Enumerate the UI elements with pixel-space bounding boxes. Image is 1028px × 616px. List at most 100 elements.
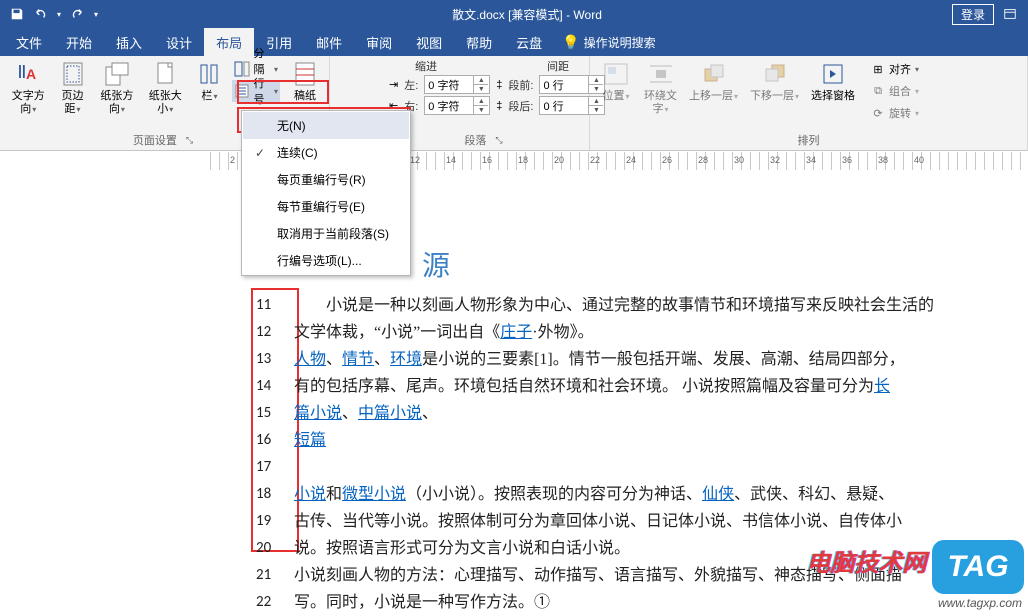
columns-button[interactable]: 栏▾	[189, 58, 229, 118]
qat-customize-icon[interactable]: ▾	[90, 3, 102, 25]
bulb-icon: 💡	[562, 34, 579, 51]
document-line[interactable]: 18小说和微型小说（小小说）。按照表现的内容可分为神话、仙侠、武侠、科幻、悬疑、	[256, 481, 956, 508]
position-button[interactable]: 位置▾	[594, 58, 638, 124]
tab-layout[interactable]: 布局	[204, 28, 254, 56]
dd-restart-page[interactable]: 每页重编行号(R)	[243, 166, 409, 193]
document-line[interactable]: 22写。同时，小说是一种写作方法。①	[256, 589, 956, 616]
ribbon-display-icon[interactable]	[998, 2, 1022, 26]
tell-me[interactable]: 💡 操作说明搜索	[554, 28, 663, 56]
line-text[interactable]: 古传、当代等小说。按照体制可分为章回体小说、日记体小说、书信体小说、自传体小	[294, 508, 956, 535]
rotate-button[interactable]: ⟳旋转▾	[868, 102, 921, 124]
ruler-tick: 30	[734, 155, 744, 165]
document-line[interactable]: 17	[256, 454, 956, 481]
dd-suppress[interactable]: 取消用于当前段落(S)	[243, 220, 409, 247]
source-url: www.tagxp.com	[938, 596, 1022, 610]
ruler-tick: 16	[482, 155, 492, 165]
orientation-icon	[101, 60, 133, 88]
rotate-icon: ⟳	[870, 105, 886, 121]
document-line[interactable]: 11 小说是一种以刻画人物形象为中心、通过完整的故事情节和环境描写来反映社会生活…	[256, 292, 956, 319]
dd-restart-section[interactable]: 每节重编行号(E)	[243, 193, 409, 220]
margins-button[interactable]: 页边距▾	[52, 58, 92, 118]
line-text[interactable]: 写。同时，小说是一种写作方法。①	[294, 589, 956, 616]
selection-pane-button[interactable]: 选择窗格	[805, 58, 861, 124]
align-button[interactable]: ⊞对齐▾	[868, 58, 921, 80]
paragraph-group-label: 段落 ⤡	[385, 130, 585, 150]
document-line[interactable]: 19古传、当代等小说。按照体制可分为章回体小说、日记体小说、书信体小说、自传体小	[256, 508, 956, 535]
send-backward-button[interactable]: 下移一层▾	[744, 58, 805, 124]
line-numbers-button[interactable]: 行号▾	[232, 80, 280, 102]
login-button[interactable]: 登录	[952, 4, 994, 25]
wrap-text-button[interactable]: 环绕文 字▾	[638, 58, 683, 124]
line-text[interactable]: 小说和微型小说（小小说）。按照表现的内容可分为神话、仙侠、武侠、科幻、悬疑、	[294, 481, 956, 508]
redo-icon[interactable]	[66, 3, 88, 25]
tab-design[interactable]: 设计	[154, 28, 204, 56]
line-text[interactable]	[294, 454, 956, 481]
line-text[interactable]: 小说是一种以刻画人物形象为中心、通过完整的故事情节和环境描写来反映社会生活的	[294, 292, 956, 319]
window-title: 散文.docx [兼容模式] - Word	[102, 6, 952, 23]
line-number: 13	[256, 346, 294, 373]
ruler-tick: 36	[842, 155, 852, 165]
tab-file[interactable]: 文件	[4, 28, 54, 56]
vertical-ruler[interactable]	[0, 172, 24, 610]
document-line[interactable]: 13人物、情节、环境是小说的三要素[1]。情节一般包括开端、发展、高潮、结局四部…	[256, 346, 956, 373]
indent-left-icon: ⇥	[389, 78, 398, 91]
tab-help[interactable]: 帮助	[454, 28, 504, 56]
line-numbers-dropdown: 无(N) ✓连续(C) 每页重编行号(R) 每节重编行号(E) 取消用于当前段落…	[241, 110, 411, 276]
tab-mailings[interactable]: 邮件	[304, 28, 354, 56]
tell-me-label: 操作说明搜索	[584, 34, 656, 51]
line-text[interactable]: 篇小说、中篇小说、	[294, 400, 956, 427]
save-icon[interactable]	[6, 3, 28, 25]
document-line[interactable]: 12文学体裁，“小说”一词出自《庄子·外物》。	[256, 319, 956, 346]
dd-options[interactable]: 行编号选项(L)...	[243, 247, 409, 274]
line-text[interactable]: 人物、情节、环境是小说的三要素[1]。情节一般包括开端、发展、高潮、结局四部分，	[294, 346, 956, 373]
ruler-tick: 32	[770, 155, 780, 165]
line-text[interactable]: 短篇	[294, 427, 956, 454]
tab-cloud[interactable]: 云盘	[504, 28, 554, 56]
ruler-tick: 20	[554, 155, 564, 165]
dd-continuous[interactable]: ✓连续(C)	[243, 139, 409, 166]
dd-none[interactable]: 无(N)	[243, 112, 409, 139]
line-number: 17	[256, 454, 294, 481]
document-grid-icon	[289, 60, 321, 88]
arrange-group-label: 排列	[594, 130, 1023, 150]
document-line[interactable]: 15篇小说、中篇小说、	[256, 400, 956, 427]
tab-home[interactable]: 开始	[54, 28, 104, 56]
spacing-before-icon: ‡	[496, 79, 502, 91]
bring-forward-button[interactable]: 上移一层▾	[683, 58, 744, 124]
ruler-tick: 12	[410, 155, 420, 165]
page-setup-launcher[interactable]: ⤡	[183, 134, 196, 147]
ruler-tick: 40	[914, 155, 924, 165]
indent-right-spinner[interactable]: ▲▼	[424, 96, 490, 115]
orientation-button[interactable]: 纸张方向▾	[93, 58, 141, 118]
group-button[interactable]: ⧉组合▾	[868, 80, 921, 102]
line-text[interactable]: 文学体裁，“小说”一词出自《庄子·外物》。	[294, 319, 956, 346]
undo-more-icon[interactable]: ▾	[54, 3, 64, 25]
tab-review[interactable]: 审阅	[354, 28, 404, 56]
align-icon: ⊞	[870, 61, 886, 77]
line-number: 12	[256, 319, 294, 346]
ruler-tick: 22	[590, 155, 600, 165]
text-direction-button[interactable]: ||A 文字方向▾	[4, 58, 52, 118]
ruler-tick: 34	[806, 155, 816, 165]
indent-left-spinner[interactable]: ▲▼	[424, 75, 490, 94]
position-icon	[600, 60, 632, 88]
document-line[interactable]: 21小说刻画人物的方法：心理描写、动作描写、语言描写、外貌描写、神态描写、侧面描	[256, 562, 956, 589]
backward-icon	[759, 60, 791, 88]
text-direction-icon: ||A	[12, 60, 44, 88]
document-line[interactable]: 16短篇	[256, 427, 956, 454]
line-text[interactable]: 小说刻画人物的方法：心理描写、动作描写、语言描写、外貌描写、神态描写、侧面描	[294, 562, 956, 589]
document-line[interactable]: 20说。按照语言形式可分为文言小说和白话小说。	[256, 535, 956, 562]
tab-view[interactable]: 视图	[404, 28, 454, 56]
ruler-tick: 14	[446, 155, 456, 165]
tab-insert[interactable]: 插入	[104, 28, 154, 56]
selection-pane-icon	[817, 60, 849, 88]
size-button[interactable]: 纸张大小▾	[141, 58, 189, 118]
horizontal-ruler[interactable]: 246810121416182022242628303234363840	[0, 152, 1028, 170]
paragraph-launcher[interactable]: ⤡	[492, 134, 505, 147]
ruler-tick: 2	[230, 155, 235, 165]
undo-icon[interactable]	[30, 3, 52, 25]
document-line[interactable]: 14有的包括序幕、尾声。环境包括自然环境和社会环境。 小说按照篇幅及容量可分为长	[256, 373, 956, 400]
forward-icon	[698, 60, 730, 88]
line-text[interactable]: 有的包括序幕、尾声。环境包括自然环境和社会环境。 小说按照篇幅及容量可分为长	[294, 373, 956, 400]
line-text[interactable]: 说。按照语言形式可分为文言小说和白话小说。	[294, 535, 956, 562]
